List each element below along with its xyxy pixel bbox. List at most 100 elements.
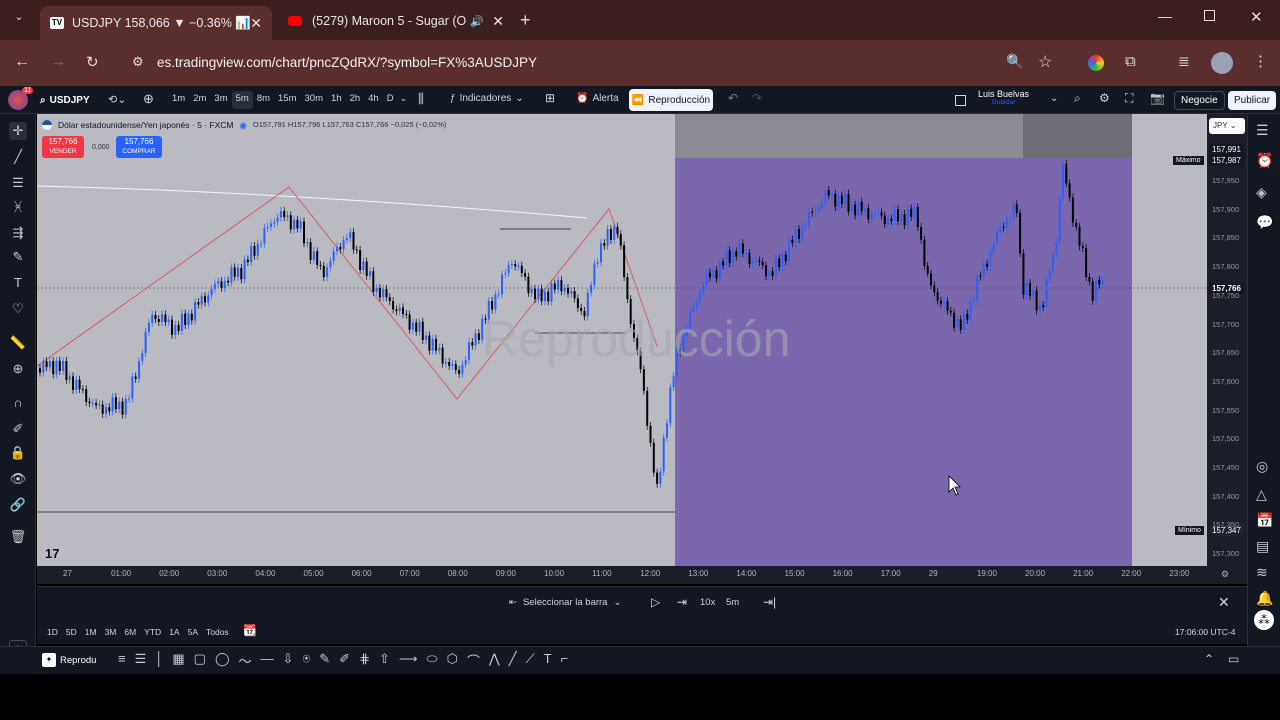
- interval-D[interactable]: D: [383, 91, 398, 109]
- channel-icon[interactable]: ⋕: [359, 651, 370, 670]
- range-3M[interactable]: 3M: [105, 627, 117, 637]
- compare-icon[interactable]: ⟲⌄: [108, 93, 126, 106]
- eye-icon[interactable]: 👁: [9, 470, 27, 488]
- range-5A[interactable]: 5A: [188, 627, 198, 637]
- legend-title[interactable]: Dólar estadounidense/Yen japonés · 5 · F…: [58, 120, 233, 131]
- price-chart[interactable]: Reproducción 17: [37, 114, 1207, 566]
- ray-icon[interactable]: ⟶: [399, 651, 418, 670]
- notifications-bell-icon[interactable]: 🔔: [1256, 590, 1273, 607]
- brush-icon[interactable]: ✎: [9, 248, 27, 266]
- path-icon[interactable]: 〜: [239, 651, 252, 670]
- indicators-button[interactable]: ƒ Indicadores ⌄: [450, 93, 524, 104]
- camera-icon[interactable]: 📷: [1150, 91, 1165, 105]
- axis-settings-icon[interactable]: ⚙: [1221, 569, 1229, 580]
- ruler-icon[interactable]: 📏: [9, 334, 27, 352]
- polygon-icon[interactable]: ⬡: [447, 651, 458, 670]
- price-axis[interactable]: JPY ⌄ 157,991 157,987 157,766 157,347 15…: [1207, 114, 1247, 584]
- interval-8m[interactable]: 8m: [253, 91, 274, 109]
- lines-icon[interactable]: ☰: [135, 651, 147, 670]
- text-tool-icon[interactable]: T: [544, 651, 552, 670]
- range-1M[interactable]: 1M: [85, 627, 97, 637]
- chat-icon[interactable]: 💬: [1256, 214, 1273, 231]
- settings-gear-icon[interactable]: ⚙: [1099, 91, 1110, 105]
- interval-2m[interactable]: 2m: [189, 91, 210, 109]
- zigzag-icon[interactable]: ⋀: [489, 651, 500, 670]
- alerts-clock-icon[interactable]: ⏰: [1256, 152, 1273, 169]
- range-Todos[interactable]: Todos: [206, 627, 229, 637]
- chart-pane[interactable]: Reproducción 17 Dólar estadounidense/Yen…: [37, 114, 1207, 584]
- select-bar-button[interactable]: ⇤ Seleccionar la barra ⌄: [509, 597, 621, 608]
- new-tab-button[interactable]: +: [520, 10, 531, 31]
- currency-select[interactable]: JPY ⌄: [1209, 118, 1245, 134]
- news-icon[interactable]: ▤: [1256, 538, 1269, 555]
- apps-grid-icon[interactable]: ⁂: [1254, 610, 1274, 630]
- step-forward-icon[interactable]: ⇥: [677, 595, 687, 609]
- publish-button[interactable]: Publicar: [1228, 91, 1277, 110]
- ellipse-icon[interactable]: ⬭: [427, 651, 438, 670]
- range-6M[interactable]: 6M: [124, 627, 136, 637]
- highlighter-icon[interactable]: ✐: [339, 651, 350, 670]
- play-icon[interactable]: ▷: [651, 595, 660, 609]
- browser-tab-youtube[interactable]: (5279) Maroon 5 - Sugar (O 🔊 ✕: [278, 6, 506, 36]
- stay-drawing-icon[interactable]: ✐: [9, 420, 27, 438]
- buy-button[interactable]: 157,766 COMPRAR: [116, 136, 162, 158]
- time-axis[interactable]: 27 01:00 02:00 03:00 04:00 05:00 06:00 07:00 08:…: [37, 566, 1247, 584]
- tab-list-button[interactable]: ⌄: [8, 10, 30, 30]
- interval-4h[interactable]: 4h: [364, 91, 383, 109]
- extensions-puzzle-icon[interactable]: ⧉: [1125, 53, 1136, 70]
- chevron-down-icon[interactable]: ⌄: [1050, 93, 1058, 104]
- range-5D[interactable]: 5D: [66, 627, 77, 637]
- link-icon[interactable]: 🔗: [9, 496, 27, 514]
- redo-icon[interactable]: ↷: [752, 91, 762, 105]
- vertical-line-icon[interactable]: │: [155, 651, 163, 670]
- forward-icon[interactable]: →: [50, 53, 66, 71]
- replay-mini-button[interactable]: ✦ Reprodu: [42, 653, 96, 667]
- goto-date-icon[interactable]: 📆: [243, 624, 257, 637]
- line-tool-icon[interactable]: ╱: [509, 651, 517, 670]
- chart-type-icon[interactable]: ⫼: [418, 91, 424, 107]
- curve-icon[interactable]: ⌒: [467, 651, 480, 670]
- replay-button[interactable]: ⏪ Reproducción: [629, 89, 713, 111]
- update-interval-button[interactable]: 5m: [726, 597, 739, 608]
- restore-icon[interactable]: [1204, 10, 1215, 21]
- speed-button[interactable]: 10x: [700, 597, 715, 608]
- pin-icon[interactable]: ⍟: [302, 651, 310, 670]
- trade-button[interactable]: Negocie: [1174, 91, 1225, 110]
- fullscreen-icon[interactable]: ⛶: [1125, 91, 1133, 106]
- browser-menu-icon[interactable]: ⋮: [1253, 52, 1268, 70]
- layout-square-icon[interactable]: [955, 95, 966, 106]
- stream-icon[interactable]: ≋: [1256, 564, 1268, 581]
- trash-icon[interactable]: 🗑: [9, 528, 27, 546]
- range-1A[interactable]: 1A: [169, 627, 179, 637]
- target-icon[interactable]: ◎: [1256, 458, 1268, 475]
- rectangle-icon[interactable]: ▢: [194, 651, 206, 670]
- grid-icon[interactable]: ▦: [172, 651, 184, 670]
- interval-15m[interactable]: 15m: [274, 91, 300, 109]
- pen-icon[interactable]: ✎: [319, 651, 330, 670]
- zoom-in-icon[interactable]: ⊕: [9, 360, 27, 378]
- heart-icon[interactable]: ♡: [9, 300, 27, 318]
- interval-3m[interactable]: 3m: [210, 91, 231, 109]
- interval-30m[interactable]: 30m: [301, 91, 327, 109]
- close-replay-icon[interactable]: ✕: [1218, 594, 1230, 611]
- trend-line-icon[interactable]: ╱: [9, 148, 27, 166]
- interval-5m[interactable]: 5m: [231, 91, 253, 109]
- magnet-icon[interactable]: ∩: [9, 394, 27, 412]
- text-icon[interactable]: T: [9, 274, 27, 292]
- chevron-down-icon[interactable]: ⌄: [398, 91, 410, 109]
- expand-icon[interactable]: ▭: [1228, 652, 1239, 666]
- fib-retracement-icon[interactable]: ☰: [9, 174, 27, 192]
- interval-2h[interactable]: 2h: [346, 91, 365, 109]
- collapse-up-icon[interactable]: ⌃: [1204, 652, 1214, 666]
- arrow-down-icon[interactable]: ⇩: [283, 651, 294, 670]
- undo-icon[interactable]: ↶: [728, 91, 738, 105]
- back-icon[interactable]: ←: [14, 53, 30, 71]
- ideas-icon[interactable]: △: [1256, 486, 1267, 503]
- forecast-icon[interactable]: ⇶: [9, 224, 27, 242]
- arc-icon[interactable]: ⌐: [561, 651, 569, 670]
- profile-avatar[interactable]: [1211, 52, 1233, 74]
- close-window-icon[interactable]: ✕: [1250, 8, 1263, 26]
- jump-to-realtime-icon[interactable]: ⇥|: [763, 595, 776, 609]
- circle-icon[interactable]: ◯: [215, 651, 230, 670]
- layers-icon[interactable]: ◈: [1256, 184, 1267, 201]
